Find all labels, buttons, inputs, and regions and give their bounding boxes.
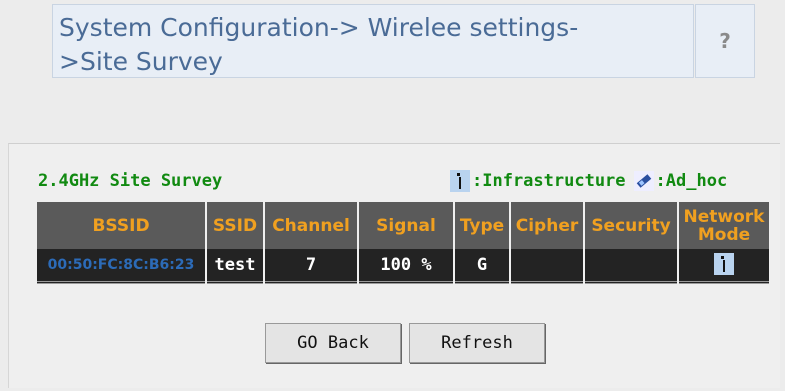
header-cipher: Cipher (511, 202, 583, 249)
cell-security (585, 249, 677, 284)
cell-cipher (511, 249, 583, 284)
refresh-button[interactable]: Refresh (409, 323, 545, 363)
header-bssid: BSSID (37, 202, 205, 249)
legend-infrastructure-label: :Infrastructure (472, 171, 626, 191)
header-security: Security (585, 202, 677, 249)
site-survey-table: BSSID SSID Channel Signal Type Cipher Se… (35, 202, 771, 284)
table-row: 00:50:FC:8C:B6:23 test 7 100 % G (37, 249, 769, 284)
header-network-mode-line2: Mode (697, 224, 751, 245)
header-network-mode-line1: Network (683, 206, 765, 227)
header-type: Type (455, 202, 509, 249)
survey-title: 2.4GHz Site Survey (38, 171, 223, 191)
go-back-button[interactable]: GO Back (265, 323, 401, 363)
header-channel: Channel (265, 202, 357, 249)
mode-legend: :Infrastructure :Ad_hoc (450, 170, 727, 192)
network-card-icon (633, 171, 654, 191)
header-network-mode: Network Mode (679, 202, 769, 249)
header-ssid: SSID (207, 202, 263, 249)
antenna-icon (714, 253, 734, 275)
cell-bssid: 00:50:FC:8C:B6:23 (37, 249, 205, 284)
cell-channel: 7 (265, 249, 357, 284)
header-signal: Signal (359, 202, 453, 249)
legend-adhoc-label: :Ad_hoc (655, 171, 728, 191)
cell-type: G (455, 249, 509, 284)
cell-signal: 100 % (359, 249, 453, 284)
antenna-icon (450, 170, 470, 192)
cell-network-mode (679, 249, 769, 284)
cell-ssid: test (207, 249, 263, 284)
help-button[interactable]: ? (695, 4, 755, 78)
page-title-line1: System Configuration-> Wirelee settings- (59, 13, 579, 42)
page-title-line2: >Site Survey (59, 47, 223, 76)
page-title: System Configuration-> Wirelee settings-… (52, 4, 694, 78)
